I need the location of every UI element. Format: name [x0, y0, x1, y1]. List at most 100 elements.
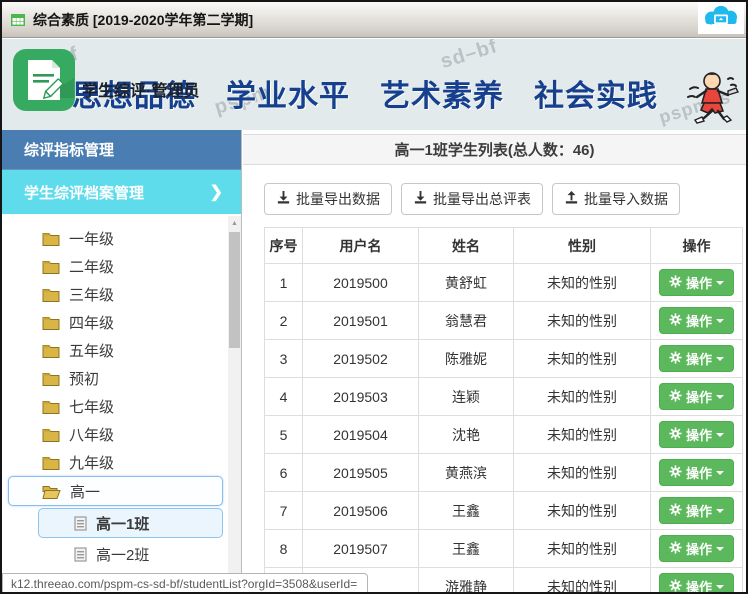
folder-icon — [42, 287, 60, 302]
batch-button[interactable]: 批量导出数据 — [264, 183, 392, 215]
panel-title: 高一1班学生列表(总人数：46) — [243, 134, 746, 165]
gear-icon — [669, 465, 682, 481]
runner-cartoon-icon — [682, 67, 740, 130]
action-button-label: 操作 — [686, 539, 712, 558]
cell-name: 翁慧君 — [419, 302, 514, 340]
sidebar-item-indicator-management[interactable]: 综评指标管理 — [2, 130, 241, 170]
tree-folder-item[interactable]: 一年级 — [2, 224, 227, 252]
tree-folder-item[interactable]: 七年级 — [2, 392, 227, 420]
nav-item[interactable]: 学业水平 — [226, 71, 350, 115]
action-button-label: 操作 — [686, 273, 712, 292]
tree-folder-item[interactable]: 预初 — [2, 364, 227, 392]
table-row: 32019502陈雅妮未知的性别操作 — [265, 340, 743, 378]
batch-button[interactable]: 批量导入数据 — [552, 183, 680, 215]
table-row: 72019506王鑫未知的性别操作 — [265, 492, 743, 530]
cell-actions: 操作 — [651, 454, 743, 492]
cell-no: 5 — [265, 416, 303, 454]
cell-actions: 操作 — [651, 378, 743, 416]
cell-gender: 未知的性别 — [514, 530, 651, 568]
cell-no: 4 — [265, 378, 303, 416]
nav-item[interactable]: 艺术素养 — [380, 71, 504, 115]
tree-item-label: 五年级 — [69, 340, 114, 361]
row-action-button[interactable]: 操作 — [659, 573, 734, 594]
tree-item-label: 二年级 — [69, 256, 114, 277]
cell-no: 2 — [265, 302, 303, 340]
tree-folder-item[interactable]: 二年级 — [2, 252, 227, 280]
gear-icon — [669, 313, 682, 329]
caret-down-icon — [716, 395, 724, 399]
folder-icon — [42, 231, 60, 246]
cell-name: 黄燕滨 — [419, 454, 514, 492]
app-icon — [10, 12, 26, 28]
tree-item-label: 七年级 — [69, 396, 114, 417]
tree-folder-item[interactable]: 三年级 — [2, 280, 227, 308]
folder-icon — [42, 399, 60, 414]
sidebar-scrollbar[interactable]: ▲ — [228, 216, 241, 592]
tree-folder-item[interactable]: 八年级 — [2, 420, 227, 448]
tree-class-item[interactable]: 高一1班 — [38, 508, 223, 538]
cell-username: 2019507 — [303, 530, 419, 568]
nav-item[interactable]: 社会实践 — [534, 71, 658, 115]
cell-name: 游雅静 — [419, 568, 514, 594]
folder-icon — [42, 343, 60, 358]
tree-item-label: 高一1班 — [96, 513, 149, 534]
cell-name: 黄舒虹 — [419, 264, 514, 302]
cell-gender: 未知的性别 — [514, 492, 651, 530]
cell-gender: 未知的性别 — [514, 568, 651, 594]
sidebar-item-student-archive-management[interactable]: 学生综评档案管理 ❯ — [2, 170, 241, 214]
sidebar-item-label: 综评指标管理 — [24, 139, 114, 160]
folder-icon — [42, 259, 60, 274]
caret-down-icon — [716, 433, 724, 437]
scrollbar-thumb[interactable] — [229, 232, 240, 348]
row-action-button[interactable]: 操作 — [659, 307, 734, 334]
tree-folder-item[interactable]: 四年级 — [2, 308, 227, 336]
cloud-upload-icon[interactable] — [698, 2, 744, 34]
table-row: 42019503连颖未知的性别操作 — [265, 378, 743, 416]
row-action-button[interactable]: 操作 — [659, 459, 734, 486]
row-action-button[interactable]: 操作 — [659, 421, 734, 448]
app-window: 综合素质 [2019-2020学年第二学期] psppspm–bfpspmsd–… — [0, 0, 748, 594]
gear-icon — [669, 427, 682, 443]
tree-folder-item[interactable]: 高一 — [8, 476, 223, 506]
folder-icon — [42, 455, 60, 470]
cell-actions: 操作 — [651, 530, 743, 568]
cell-gender: 未知的性别 — [514, 264, 651, 302]
caret-down-icon — [716, 547, 724, 551]
tree-item-label: 高一 — [70, 481, 100, 502]
batch-button[interactable]: 批量导出总评表 — [401, 183, 543, 215]
cell-actions: 操作 — [651, 568, 743, 594]
row-action-button[interactable]: 操作 — [659, 269, 734, 296]
scroll-up-icon[interactable]: ▲ — [228, 216, 241, 230]
caret-down-icon — [716, 509, 724, 513]
export-icon — [413, 190, 428, 208]
table-row: 12019500黄舒虹未知的性别操作 — [265, 264, 743, 302]
tree-item-label: 高一2班 — [96, 544, 149, 565]
cell-no: 7 — [265, 492, 303, 530]
caret-down-icon — [716, 319, 724, 323]
window-title: 综合素质 [2019-2020学年第二学期] — [33, 10, 253, 30]
row-action-button[interactable]: 操作 — [659, 345, 734, 372]
cell-name: 王鑫 — [419, 492, 514, 530]
caret-down-icon — [716, 585, 724, 589]
cell-username: 2019504 — [303, 416, 419, 454]
cell-username: 2019505 — [303, 454, 419, 492]
row-action-button[interactable]: 操作 — [659, 535, 734, 562]
grade-tree: 一年级二年级三年级四年级五年级预初七年级八年级九年级高一高一1班高一2班高一3班 — [2, 216, 227, 592]
caret-down-icon — [716, 281, 724, 285]
cell-gender: 未知的性别 — [514, 378, 651, 416]
sidebar-item-label: 学生综评档案管理 — [24, 182, 144, 203]
table-row: 22019501翁慧君未知的性别操作 — [265, 302, 743, 340]
tree-folder-item[interactable]: 五年级 — [2, 336, 227, 364]
folder-icon — [42, 371, 60, 386]
export-icon — [276, 190, 291, 208]
action-button-label: 操作 — [686, 425, 712, 444]
row-action-button[interactable]: 操作 — [659, 497, 734, 524]
folder-icon — [42, 427, 60, 442]
sidebar: 综评指标管理 学生综评档案管理 ❯ 一年级二年级三年级四年级五年级预初七年级八年… — [2, 130, 242, 592]
cell-username: 2019503 — [303, 378, 419, 416]
column-header: 性别 — [514, 228, 651, 264]
cell-actions: 操作 — [651, 340, 743, 378]
tree-class-item[interactable]: 高一2班 — [2, 540, 227, 568]
tree-folder-item[interactable]: 九年级 — [2, 448, 227, 476]
row-action-button[interactable]: 操作 — [659, 383, 734, 410]
